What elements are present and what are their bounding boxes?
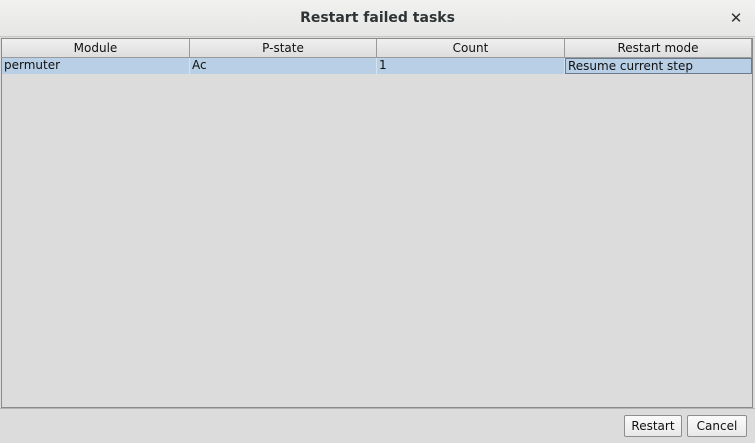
close-icon[interactable]: ✕ bbox=[727, 9, 745, 27]
button-bar-divider bbox=[0, 408, 755, 409]
table-row[interactable]: permuter Ac 1 Resume current step bbox=[2, 58, 752, 74]
cell-module[interactable]: permuter bbox=[2, 58, 190, 74]
restart-button[interactable]: Restart bbox=[624, 415, 682, 437]
table-header: Module P-state Count Restart mode bbox=[2, 39, 752, 58]
dialog-title: Restart failed tasks bbox=[300, 10, 455, 26]
column-header-module[interactable]: Module bbox=[2, 39, 190, 58]
column-header-count[interactable]: Count bbox=[377, 39, 565, 58]
column-header-p-state[interactable]: P-state bbox=[190, 39, 377, 58]
restart-failed-tasks-dialog: Restart failed tasks ✕ Module P-state Co… bbox=[0, 0, 755, 443]
cancel-button[interactable]: Cancel bbox=[687, 415, 747, 437]
title-bar[interactable]: Restart failed tasks ✕ bbox=[0, 0, 755, 37]
failed-tasks-table[interactable]: Module P-state Count Restart mode permut… bbox=[1, 38, 753, 408]
cell-restart-mode[interactable]: Resume current step bbox=[565, 58, 752, 74]
column-header-restart-mode[interactable]: Restart mode bbox=[565, 39, 752, 58]
cell-p-state[interactable]: Ac bbox=[190, 58, 377, 74]
cell-count[interactable]: 1 bbox=[377, 58, 565, 74]
